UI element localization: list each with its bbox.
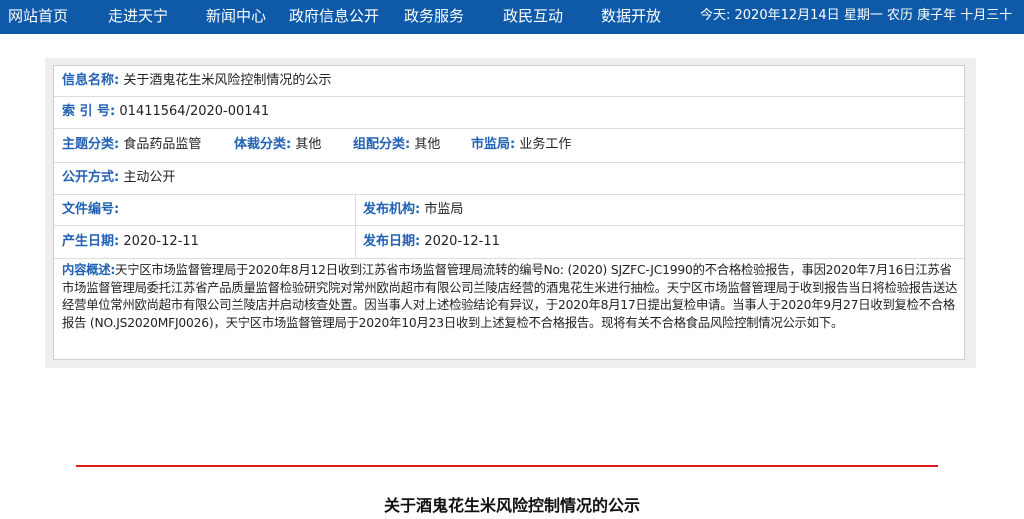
info-row-disclosure: 公开方式: 主动公开 <box>54 162 964 195</box>
info-row-docno-publisher: 文件编号: 发布机构: 市监局 <box>54 194 964 226</box>
publisher-label: 发布机构: <box>363 202 421 217</box>
topic-value: 食品药品监管 <box>123 137 202 152</box>
genre-label: 体裁分类: <box>234 137 292 152</box>
doc-number-label: 文件编号: <box>62 202 120 217</box>
bureau-label: 市监局: <box>471 137 516 152</box>
created-date-label: 产生日期: <box>62 234 120 249</box>
document-title: 关于酒鬼花生米风险控制情况的公示 <box>383 496 640 515</box>
nav-gov-info-disclosure[interactable]: 政府信息公开 <box>289 0 379 34</box>
nav-news-center[interactable]: 新闻中心 <box>206 0 266 34</box>
name-label: 信息名称: <box>62 73 120 88</box>
index-value: 01411564/2020-00141 <box>119 104 270 119</box>
topic-label: 主题分类: <box>62 137 120 152</box>
top-navigation-bar: 网站首页 走进天宁 新闻中心 政府信息公开 政务服务 政民互动 数据开放 今天:… <box>0 0 1024 34</box>
date-display: 今天: 2020年12月14日 星期一 农历 庚子年 十月三十 <box>700 8 1013 23</box>
summary-text: 天宁区市场监督管理局于2020年8月12日收到江苏省市场监督管理局流转的编号No… <box>62 263 958 330</box>
info-row-index: 索 引 号: 01411564/2020-00141 <box>54 96 964 129</box>
publisher-value: 市监局 <box>424 202 464 217</box>
red-divider <box>76 465 938 467</box>
org-category-value: 其他 <box>414 137 441 152</box>
info-table: 信息名称: 关于酒鬼花生米风险控制情况的公示 索 引 号: 01411564/2… <box>53 65 965 360</box>
nav-public-interaction[interactable]: 政民互动 <box>503 0 563 34</box>
summary-label: 内容概述: <box>62 263 116 277</box>
name-value: 关于酒鬼花生米风险控制情况的公示 <box>123 73 332 88</box>
summary-block: 内容概述:天宁区市场监督管理局于2020年8月12日收到江苏省市场监督管理局流转… <box>62 262 958 332</box>
disclosure-label: 公开方式: <box>62 170 120 185</box>
info-row-dates: 产生日期: 2020-12-11 发布日期: 2020-12-11 <box>54 225 964 259</box>
nav-open-data[interactable]: 数据开放 <box>601 0 661 34</box>
info-row-categories: 主题分类: 食品药品监管 体裁分类: 其他 组配分类: 其他 市监局: 业务工作 <box>54 128 964 163</box>
bureau-value: 业务工作 <box>519 137 572 152</box>
nav-home[interactable]: 网站首页 <box>8 0 68 34</box>
created-date-value: 2020-12-11 <box>123 234 199 249</box>
disclosure-value: 主动公开 <box>123 170 176 185</box>
published-date-value: 2020-12-11 <box>424 234 500 249</box>
org-category-label: 组配分类: <box>353 137 411 152</box>
info-row-name: 信息名称: 关于酒鬼花生米风险控制情况的公示 <box>54 66 964 97</box>
nav-gov-services[interactable]: 政务服务 <box>404 0 464 34</box>
nav-about-tianning[interactable]: 走进天宁 <box>108 0 168 34</box>
published-date-label: 发布日期: <box>363 234 421 249</box>
genre-value: 其他 <box>295 137 322 152</box>
index-label: 索 引 号: <box>62 104 116 119</box>
